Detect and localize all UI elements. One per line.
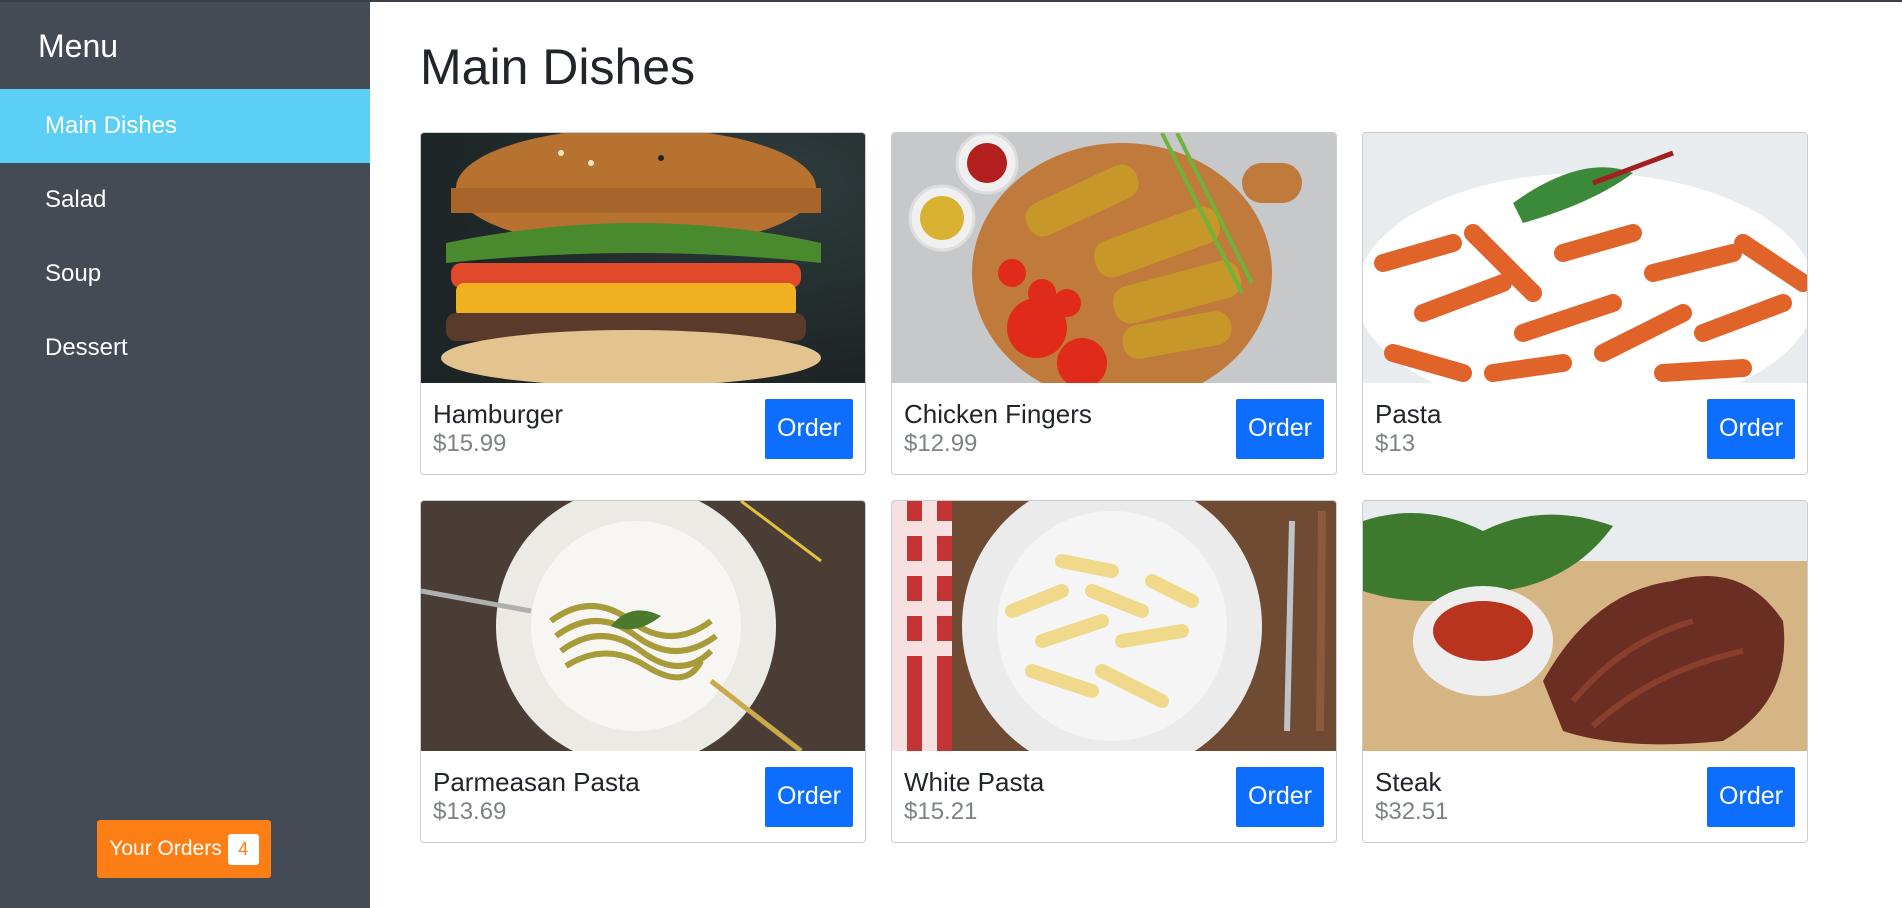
main-content: Main Dishes Hamburger $15.99 Order Chick… — [370, 2, 1902, 908]
dish-card: Parmeasan Pasta $13.69 Order — [420, 500, 866, 843]
your-orders-label: Your Orders — [109, 837, 222, 860]
dish-card: Chicken Fingers $12.99 Order — [891, 132, 1337, 475]
dish-info: Hamburger $15.99 Order — [421, 383, 865, 474]
pasta-image — [1363, 133, 1807, 383]
chicken-fingers-image — [892, 133, 1336, 383]
dish-info: Pasta $13 Order — [1363, 383, 1807, 474]
order-button[interactable]: Order — [1707, 766, 1795, 827]
dish-price: $13 — [1375, 429, 1416, 457]
dish-price: $15.99 — [433, 429, 507, 457]
dish-price: $32.51 — [1375, 797, 1449, 825]
dish-card: Steak $32.51 Order — [1362, 500, 1808, 843]
dish-name: Pasta — [1375, 398, 1442, 429]
dish-info: Chicken Fingers $12.99 Order — [892, 383, 1336, 474]
app-window: Menu Main Dishes Salad Soup Dessert Your… — [0, 0, 1902, 908]
dish-name: Hamburger — [433, 398, 564, 429]
dish-name: Steak — [1375, 766, 1442, 797]
dish-info: Steak $32.51 Order — [1363, 751, 1807, 842]
dish-name: Parmeasan Pasta — [433, 766, 640, 797]
order-button[interactable]: Order — [765, 766, 853, 827]
dish-card: White Pasta $15.21 Order — [891, 500, 1337, 843]
dish-info: White Pasta $15.21 Order — [892, 751, 1336, 842]
parmesan-pasta-image — [421, 501, 865, 751]
order-button[interactable]: Order — [1236, 766, 1324, 827]
dish-name: Chicken Fingers — [904, 398, 1092, 429]
hamburger-image — [421, 133, 865, 383]
dish-card: Pasta $13 Order — [1362, 132, 1808, 475]
dish-price: $13.69 — [433, 797, 507, 825]
sidebar-item-salad[interactable]: Salad — [0, 163, 370, 237]
order-button[interactable]: Order — [1236, 398, 1324, 459]
sidebar: Menu Main Dishes Salad Soup Dessert Your… — [0, 2, 370, 908]
order-button[interactable]: Order — [765, 398, 853, 459]
order-button[interactable]: Order — [1707, 398, 1795, 459]
dish-name: White Pasta — [904, 766, 1045, 797]
dish-info: Parmeasan Pasta $13.69 Order — [421, 751, 865, 842]
dish-price: $15.21 — [904, 797, 978, 825]
sidebar-item-dessert[interactable]: Dessert — [0, 311, 370, 385]
your-orders-button[interactable]: Your Orders 4 — [97, 820, 271, 878]
sidebar-item-main-dishes[interactable]: Main Dishes — [0, 89, 370, 163]
page-title: Main Dishes — [420, 39, 696, 95]
steak-image — [1363, 501, 1807, 751]
orders-count-badge: 4 — [227, 833, 259, 865]
white-pasta-image — [892, 501, 1336, 751]
sidebar-nav: Main Dishes Salad Soup Dessert — [0, 89, 370, 385]
dish-price: $12.99 — [904, 429, 978, 457]
sidebar-item-soup[interactable]: Soup — [0, 237, 370, 311]
dish-grid: Hamburger $15.99 Order Chicken Fingers $… — [420, 132, 1902, 843]
dish-card: Hamburger $15.99 Order — [420, 132, 866, 475]
sidebar-title: Menu — [38, 28, 119, 64]
